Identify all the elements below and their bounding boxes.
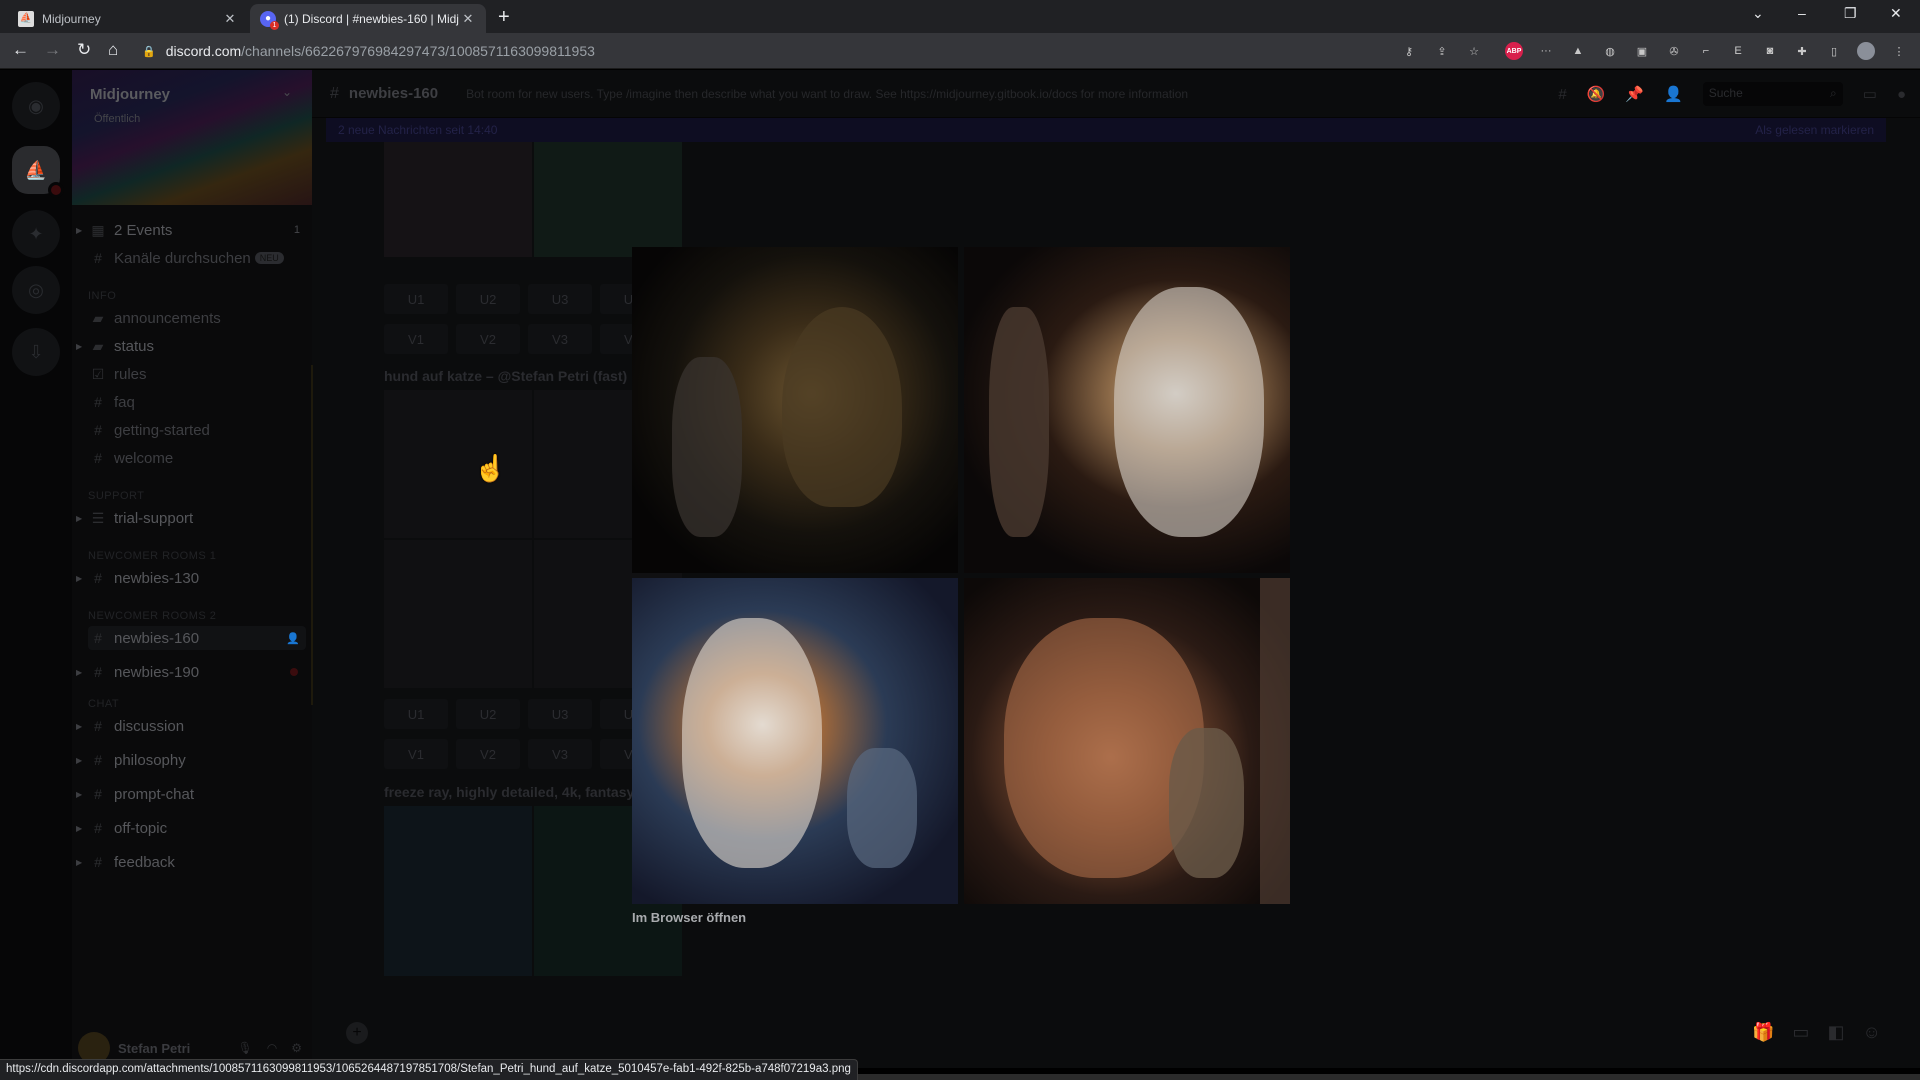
url-host: discord.com bbox=[165, 43, 242, 59]
tab-midjourney[interactable]: ⛵ Midjourney ✕ bbox=[8, 4, 248, 33]
close-icon[interactable]: ✕ bbox=[222, 11, 238, 27]
image-lightbox[interactable] bbox=[632, 247, 1290, 904]
extension-translate-icon[interactable]: ▣ bbox=[1633, 42, 1651, 60]
menu-kebab-icon[interactable]: ⋮ bbox=[1890, 42, 1908, 60]
share-icon[interactable]: ⇪ bbox=[1433, 42, 1451, 60]
cat-figure bbox=[847, 748, 917, 868]
midjourney-icon: ⛵ bbox=[18, 10, 34, 27]
extension-film-icon[interactable]: ✇ bbox=[1665, 42, 1683, 60]
cat-figure bbox=[989, 307, 1049, 537]
dog-figure bbox=[682, 618, 822, 868]
extension-dots-icon[interactable]: ··· bbox=[1537, 42, 1555, 60]
tab-title: (1) Discord | #newbies-160 | Midj bbox=[284, 11, 459, 26]
cat-figure bbox=[672, 357, 742, 537]
url-path: /channels/662267976984297473/10085711630… bbox=[241, 43, 595, 59]
dog-figure bbox=[1114, 287, 1264, 537]
notification-badge: 1 bbox=[270, 20, 279, 30]
star-icon[interactable]: ☆ bbox=[1465, 42, 1483, 60]
extension-pin-icon[interactable]: ⌐ bbox=[1697, 42, 1715, 60]
restore-button[interactable]: ❐ bbox=[1844, 5, 1857, 22]
hand-cursor-icon: ☝ bbox=[474, 453, 507, 483]
dog-figure bbox=[782, 307, 902, 507]
lock-icon: 🔒 bbox=[142, 45, 156, 58]
forward-icon[interactable]: → bbox=[44, 41, 61, 59]
brick-wall bbox=[1260, 578, 1290, 904]
home-icon[interactable]: ⌂ bbox=[108, 41, 118, 59]
adblock-plus-icon[interactable]: ABP bbox=[1505, 42, 1523, 60]
tab-discord[interactable]: ● 1 (1) Discord | #newbies-160 | Midj ✕ bbox=[250, 4, 486, 33]
reload-icon[interactable]: ↻ bbox=[77, 41, 91, 59]
generated-image-2 bbox=[964, 247, 1290, 573]
new-tab-button[interactable]: + bbox=[498, 6, 510, 29]
extension-mountain-icon[interactable]: ▲ bbox=[1569, 42, 1587, 60]
tab-title: Midjourney bbox=[42, 11, 101, 26]
window-close-button[interactable]: ✕ bbox=[1890, 5, 1902, 22]
link-status-bar: https://cdn.discordapp.com/attachments/1… bbox=[0, 1059, 858, 1080]
camera-icon[interactable]: ◙ bbox=[1761, 42, 1779, 60]
browser-toolbar: ← → ↻ ⌂ 🔒 discord.com/channels/662267976… bbox=[0, 33, 1920, 69]
minimize-button[interactable]: – bbox=[1798, 5, 1806, 21]
extension-e-icon[interactable]: E bbox=[1729, 42, 1747, 60]
close-icon[interactable]: ✕ bbox=[460, 11, 476, 27]
sidepanel-icon[interactable]: ▯ bbox=[1825, 42, 1843, 60]
address-bar[interactable]: 🔒 discord.com/channels/66226797698429747… bbox=[142, 37, 1392, 65]
back-icon[interactable]: ← bbox=[12, 41, 29, 59]
extension-globe-icon[interactable]: ◍ bbox=[1601, 42, 1619, 60]
generated-image-4 bbox=[964, 578, 1290, 904]
profile-avatar[interactable] bbox=[1857, 42, 1875, 60]
cat-figure bbox=[1169, 728, 1244, 878]
puzzle-icon[interactable]: ✚ bbox=[1793, 42, 1811, 60]
browser-tab-bar: ⛵ Midjourney ✕ ● 1 (1) Discord | #newbies… bbox=[0, 0, 1920, 33]
generated-image-1 bbox=[632, 247, 958, 573]
key-icon[interactable]: ⚷ bbox=[1400, 42, 1418, 60]
discord-icon: ● 1 bbox=[260, 10, 279, 30]
tab-search-button[interactable]: ⌄ bbox=[1752, 5, 1764, 22]
generated-image-3 bbox=[632, 578, 958, 904]
open-in-browser-link[interactable]: Im Browser öffnen bbox=[632, 910, 746, 925]
